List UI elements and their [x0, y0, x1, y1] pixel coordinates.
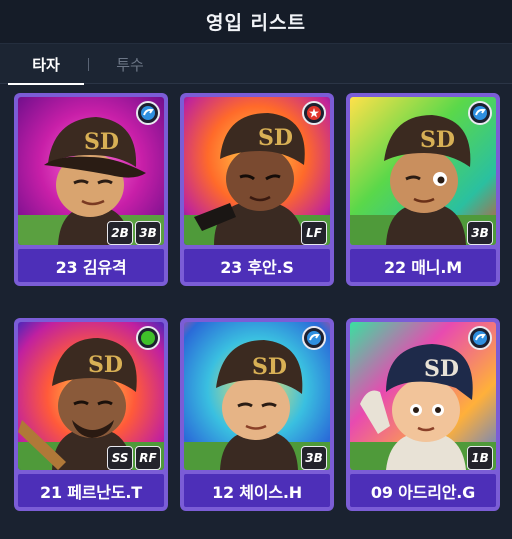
svg-text:SD: SD [420, 127, 455, 153]
tab-divider [88, 58, 89, 71]
red-star-icon [302, 101, 326, 125]
player-name: 09 아드리안.G [350, 474, 496, 507]
position-tag: 2B [107, 221, 133, 245]
position-tag: RF [135, 446, 161, 470]
player-name: 23 김유격 [18, 249, 164, 282]
player-name: 12 체이스.H [184, 474, 330, 507]
position-tag: SS [107, 446, 133, 470]
position-tags: LF [301, 221, 327, 245]
position-tags: 2B 3B [107, 221, 161, 245]
player-name: 21 페르난도.T [18, 474, 164, 507]
svg-text:SD: SD [88, 352, 123, 378]
position-tags: 1B [467, 446, 493, 470]
blue-arrow-icon [468, 326, 492, 350]
position-tag: 1B [467, 446, 493, 470]
player-card[interactable]: SD 3B 22 매니.M [346, 93, 500, 286]
position-tag: 3B [467, 221, 493, 245]
page-title: 영입 리스트 [205, 12, 306, 34]
svg-text:SD: SD [84, 129, 119, 155]
blue-arrow-icon [468, 101, 492, 125]
position-tag: 3B [301, 446, 327, 470]
svg-text:SD: SD [258, 125, 293, 151]
player-name: 23 후안.S [184, 249, 330, 282]
svg-text:SD: SD [424, 356, 459, 382]
player-name: 22 매니.M [350, 249, 496, 282]
position-tags: 3B [301, 446, 327, 470]
player-card[interactable]: SD 1B 09 아드리안.G [346, 318, 500, 511]
tab-bar: 타자 투수 [0, 44, 512, 85]
position-tag: LF [301, 221, 327, 245]
title-bar: 영입 리스트 [0, 0, 512, 44]
position-tag: 3B [135, 221, 161, 245]
player-card[interactable]: SD 2B 3B 23 김유격 [14, 93, 168, 286]
player-card[interactable]: SD LF 23 후안.S [180, 93, 334, 286]
position-tags: 3B [467, 221, 493, 245]
blue-arrow-icon [302, 326, 326, 350]
blue-arrow-icon [136, 101, 160, 125]
svg-text:SD: SD [252, 354, 287, 380]
position-tags: SS RF [107, 446, 161, 470]
player-card[interactable]: SD SS RF 21 페르난도.T [14, 318, 168, 511]
player-card[interactable]: SD 3B 12 체이스.H [180, 318, 334, 511]
green-dot-icon [136, 326, 160, 350]
tab-batters[interactable]: 타자 [0, 44, 92, 85]
tab-pitchers[interactable]: 투수 [90, 44, 170, 84]
